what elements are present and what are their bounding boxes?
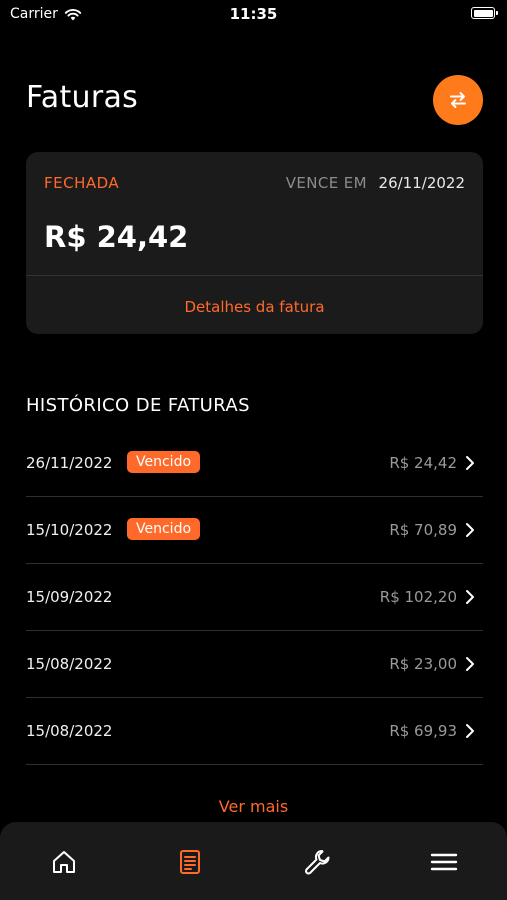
history-value: R$ 70,89 <box>389 521 457 539</box>
invoice-amount: R$ 24,42 <box>44 220 189 254</box>
status-bar: Carrier 11:35 <box>0 0 507 30</box>
tab-bar <box>0 822 507 900</box>
overdue-badge: Vencido <box>127 451 201 473</box>
chevron-right-icon <box>466 523 474 537</box>
history-date: 15/09/2022 <box>26 588 113 606</box>
history-date: 26/11/2022 <box>26 454 113 472</box>
due-label: VENCE EM <box>285 174 367 192</box>
history-row[interactable]: 15/08/2022 R$ 69,93 <box>26 698 483 765</box>
history-row[interactable]: 15/10/2022 Vencido R$ 70,89 <box>26 497 483 564</box>
history-date: 15/08/2022 <box>26 655 113 673</box>
current-invoice-card: FECHADA VENCE EM 26/11/2022 R$ 24,42 Det… <box>26 152 483 334</box>
menu-icon <box>430 853 458 871</box>
invoice-status: FECHADA <box>44 174 120 192</box>
history-row[interactable]: 15/09/2022 R$ 102,20 <box>26 564 483 631</box>
wrench-icon <box>305 849 330 875</box>
chevron-right-icon <box>466 456 474 470</box>
due-date: 26/11/2022 <box>378 174 465 192</box>
chevron-right-icon <box>466 590 474 604</box>
home-icon <box>53 851 75 873</box>
battery-icon <box>471 7 498 19</box>
tab-home[interactable] <box>49 847 79 877</box>
swap-arrows-icon <box>450 92 466 108</box>
history-value: R$ 23,00 <box>389 655 457 673</box>
card-divider <box>26 275 483 276</box>
tab-menu[interactable] <box>429 847 459 877</box>
history-value: R$ 24,42 <box>389 454 457 472</box>
history-date: 15/10/2022 <box>26 521 113 539</box>
tab-invoices[interactable] <box>175 847 205 877</box>
page-title: Faturas <box>26 80 139 115</box>
invoice-details-link[interactable]: Detalhes da fatura <box>26 298 483 316</box>
invoice-history-list: 26/11/2022 Vencido R$ 24,42 15/10/2022 V… <box>26 430 483 765</box>
see-more-link[interactable]: Ver mais <box>0 797 507 816</box>
clock: 11:35 <box>229 5 278 23</box>
overdue-badge: Vencido <box>127 518 201 540</box>
switch-card-button[interactable] <box>433 75 483 125</box>
history-value: R$ 102,20 <box>379 588 457 606</box>
history-title: HISTÓRICO DE FATURAS <box>26 395 250 416</box>
history-date: 15/08/2022 <box>26 722 113 740</box>
history-row[interactable]: 26/11/2022 Vencido R$ 24,42 <box>26 430 483 497</box>
document-icon <box>180 850 200 874</box>
history-row[interactable]: 15/08/2022 R$ 23,00 <box>26 631 483 698</box>
history-value: R$ 69,93 <box>389 722 457 740</box>
chevron-right-icon <box>466 657 474 671</box>
chevron-right-icon <box>466 724 474 738</box>
tab-services[interactable] <box>302 847 332 877</box>
